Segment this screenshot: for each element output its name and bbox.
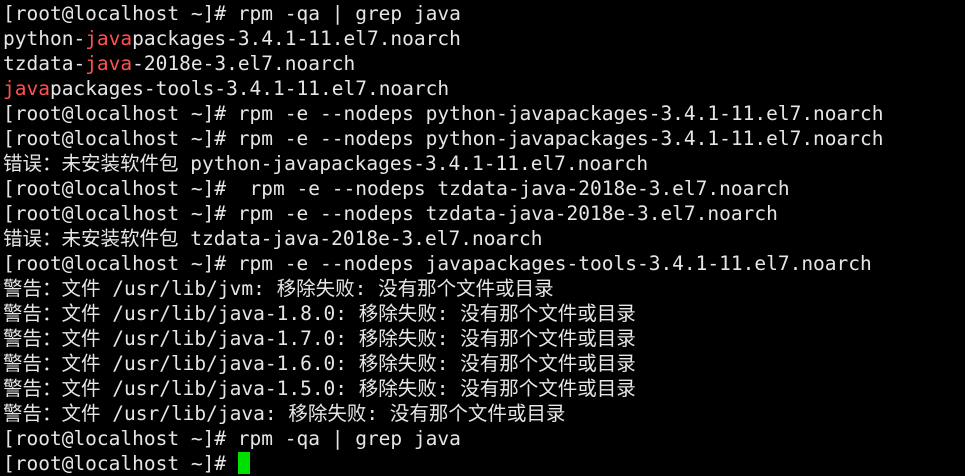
terminal-line: python-javapackages-3.4.1-11.el7.noarch — [3, 26, 965, 51]
terminal-line: [root@localhost ~]# rpm -e --nodeps pyth… — [3, 126, 965, 151]
terminal-text: [root@localhost ~]# rpm -qa | grep java — [3, 427, 461, 450]
terminal-line: [root@localhost ~]# — [3, 451, 965, 476]
terminal-text: [root@localhost ~]# rpm -e --nodeps pyth… — [3, 102, 884, 125]
terminal-line: [root@localhost ~]# rpm -e --nodeps pyth… — [3, 101, 965, 126]
terminal-text: python- — [3, 27, 86, 50]
terminal-cursor — [237, 452, 250, 474]
terminal-text: 警告：文件 /usr/lib/java-1.7.0: 移除失败: 没有那个文件或… — [3, 327, 636, 350]
terminal-line: javapackages-tools-3.4.1-11.el7.noarch — [3, 76, 965, 101]
terminal-text: 警告：文件 /usr/lib/java-1.6.0: 移除失败: 没有那个文件或… — [3, 352, 636, 375]
terminal-line: [root@localhost ~]# rpm -e --nodeps tzda… — [3, 201, 965, 226]
terminal-text: 警告：文件 /usr/lib/java-1.5.0: 移除失败: 没有那个文件或… — [3, 377, 636, 400]
terminal-text: 警告：文件 /usr/lib/jvm: 移除失败: 没有那个文件或目录 — [3, 277, 554, 300]
terminal-text: [root@localhost ~]# rpm -e --nodeps tzda… — [3, 177, 790, 200]
terminal-line: [root@localhost ~]# rpm -qa | grep java — [3, 426, 965, 451]
terminal-line: 错误：未安装软件包 tzdata-java-2018e-3.el7.noarch — [3, 226, 965, 251]
terminal-text: [root@localhost ~]# rpm -e --nodeps tzda… — [3, 202, 778, 225]
terminal-line: [root@localhost ~]# rpm -e --nodeps java… — [3, 251, 965, 276]
terminal-text: [root@localhost ~]# — [3, 452, 238, 475]
terminal-line: 警告：文件 /usr/lib/java-1.6.0: 移除失败: 没有那个文件或… — [3, 351, 965, 376]
terminal-text: [root@localhost ~]# rpm -qa | grep java — [3, 2, 461, 25]
terminal-text: [root@localhost ~]# rpm -e --nodeps java… — [3, 252, 872, 275]
terminal-line: 警告：文件 /usr/lib/java: 移除失败: 没有那个文件或目录 — [3, 401, 965, 426]
terminal-line: 错误：未安装软件包 python-javapackages-3.4.1-11.e… — [3, 151, 965, 176]
grep-match-highlight: java — [3, 77, 50, 100]
terminal-text: 错误：未安装软件包 tzdata-java-2018e-3.el7.noarch — [3, 227, 543, 250]
terminal-line: [root@localhost ~]# rpm -qa | grep java — [3, 1, 965, 26]
terminal-line: tzdata-java-2018e-3.el7.noarch — [3, 51, 965, 76]
terminal-line: 警告：文件 /usr/lib/java-1.7.0: 移除失败: 没有那个文件或… — [3, 326, 965, 351]
terminal-text: tzdata- — [3, 52, 86, 75]
terminal-text: 警告：文件 /usr/lib/java: 移除失败: 没有那个文件或目录 — [3, 402, 566, 425]
terminal-line: 警告：文件 /usr/lib/java-1.8.0: 移除失败: 没有那个文件或… — [3, 301, 965, 326]
terminal-text: packages-3.4.1-11.el7.noarch — [132, 27, 461, 50]
terminal-text: -2018e-3.el7.noarch — [132, 52, 356, 75]
terminal-line: 警告：文件 /usr/lib/java-1.5.0: 移除失败: 没有那个文件或… — [3, 376, 965, 401]
terminal-text: 错误：未安装软件包 python-javapackages-3.4.1-11.e… — [3, 152, 649, 175]
grep-match-highlight: java — [85, 52, 133, 75]
terminal-text: [root@localhost ~]# rpm -e --nodeps pyth… — [3, 127, 884, 150]
terminal-line: 警告：文件 /usr/lib/jvm: 移除失败: 没有那个文件或目录 — [3, 276, 965, 301]
grep-match-highlight: java — [85, 27, 133, 50]
terminal-text: 警告：文件 /usr/lib/java-1.8.0: 移除失败: 没有那个文件或… — [3, 302, 636, 325]
terminal-line: [root@localhost ~]# rpm -e --nodeps tzda… — [3, 176, 965, 201]
terminal-text: packages-tools-3.4.1-11.el7.noarch — [49, 77, 450, 100]
terminal-window[interactable]: [root@localhost ~]# rpm -qa | grep java p… — [0, 0, 965, 476]
